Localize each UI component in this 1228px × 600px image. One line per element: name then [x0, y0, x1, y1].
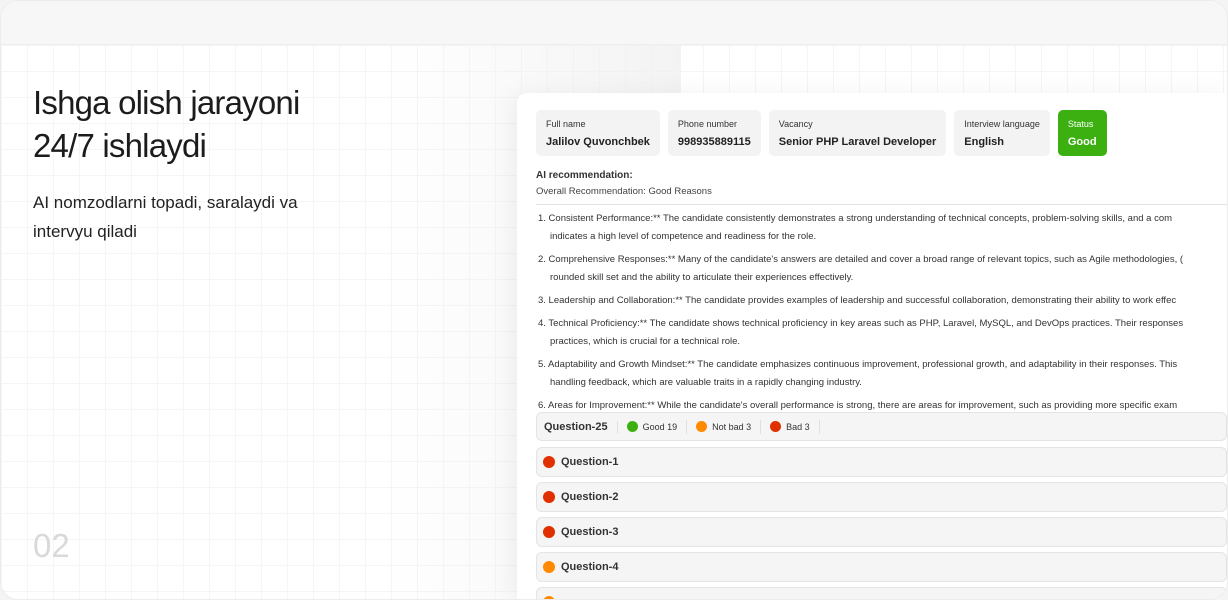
- field-value: 998935889115: [677, 136, 751, 148]
- recommendation-text: 2. Comprehensive Responses:** Many of th…: [538, 254, 1184, 265]
- recommendation-text: 5. Adaptability and Growth Mindset:** Th…: [538, 359, 1178, 370]
- recommendation-list: 1. Consistent Performance:** The candida…: [538, 210, 1183, 438]
- top-band: [1, 1, 1227, 45]
- field-value: Jalilov Quvonchbek: [546, 136, 650, 148]
- field-value: English: [964, 136, 1005, 148]
- field-vacancy: Vacancy Senior PHP Laravel Developer: [768, 110, 947, 156]
- red-dot-icon: [543, 456, 555, 468]
- recommendation-text: indicates a high level of competence and…: [550, 231, 817, 242]
- hero-title-line: Ishga olish jarayoni: [33, 84, 300, 121]
- good-count-chip: Good 19: [618, 419, 688, 434]
- field-interview-language: Interview language English: [954, 110, 1050, 156]
- recommendation-summary: Overall Recommendation: Good Reasons: [536, 186, 712, 197]
- not-bad-count-chip: Not bad 3: [687, 419, 762, 434]
- recommendation-item: 4. Technical Proficiency:** The candidat…: [538, 315, 1183, 351]
- recommendation-item: 2. Comprehensive Responses:** Many of th…: [538, 251, 1183, 287]
- recommendation-item: 1. Consistent Performance:** The candida…: [538, 210, 1183, 246]
- question-row[interactable]: Question-3: [536, 517, 1227, 547]
- field-phone-number: Phone number 998935889115: [667, 110, 761, 156]
- question-label: Question-1: [561, 456, 619, 468]
- orange-dot-icon: [696, 421, 708, 432]
- field-value: Good: [1067, 136, 1097, 148]
- recommendation-text: practices, which is crucial for a techni…: [550, 336, 741, 347]
- red-dot-icon: [770, 421, 782, 432]
- recommendation-text: rounded skill set and the ability to art…: [550, 272, 854, 283]
- field-label: Phone number: [677, 119, 737, 129]
- field-label: Status: [1067, 119, 1094, 129]
- green-dot-icon: [626, 421, 638, 432]
- recommendation-heading: AI recommendation:: [536, 170, 633, 181]
- slide-card: Ishga olish jarayoni 24/7 ishlaydi AI no…: [0, 0, 1228, 600]
- question-row[interactable]: Question-4: [536, 552, 1227, 582]
- hero-subtitle: AI nomzodlarni topadi, saralaydi va inte…: [33, 188, 333, 246]
- question-label: Question-3: [561, 526, 619, 538]
- field-label: Interview language: [964, 119, 1040, 129]
- bad-count: Bad 3: [786, 421, 810, 432]
- recommendation-text: 3. Leadership and Collaboration:** The c…: [538, 295, 1177, 306]
- question-label: Question-2: [561, 491, 619, 503]
- question-row[interactable]: [536, 587, 1227, 599]
- orange-dot-icon: [543, 561, 555, 573]
- questions-summary-bar[interactable]: Question-25 Good 19 Not bad 3 Bad 3: [536, 412, 1227, 441]
- hero-subtitle-line: intervyu qiladi: [33, 222, 137, 241]
- interview-report-panel: Full name Jalilov Quvonchbek Phone numbe…: [517, 93, 1227, 599]
- hero-title: Ishga olish jarayoni 24/7 ishlaydi: [33, 81, 300, 167]
- red-dot-icon: [543, 491, 555, 503]
- recommendation-text: 1. Consistent Performance:** The candida…: [538, 213, 1173, 224]
- red-dot-icon: [543, 526, 555, 538]
- question-row[interactable]: Question-1: [536, 447, 1227, 477]
- step-number: 02: [33, 527, 70, 564]
- question-row[interactable]: Question-2: [536, 482, 1227, 512]
- orange-dot-icon: [543, 596, 555, 599]
- bad-count-chip: Bad 3: [761, 419, 820, 434]
- recommendation-text: 4. Technical Proficiency:** The candidat…: [538, 318, 1184, 329]
- not-bad-count: Not bad 3: [712, 421, 752, 432]
- recommendation-text: handling feedback, which are valuable tr…: [550, 377, 862, 388]
- hero-title-line: 24/7 ishlaydi: [33, 127, 207, 164]
- status-badge: Status Good: [1057, 110, 1107, 156]
- field-label: Vacancy: [778, 119, 813, 129]
- question-label: Question-4: [561, 561, 619, 573]
- questions-count: Question-25: [537, 420, 618, 433]
- recommendation-item: 5. Adaptability and Growth Mindset:** Th…: [538, 356, 1183, 392]
- hero-subtitle-line: AI nomzodlarni topadi, saralaydi va: [33, 193, 298, 212]
- field-label: Full name: [546, 119, 586, 129]
- divider: [536, 204, 1227, 205]
- field-full-name: Full name Jalilov Quvonchbek: [536, 110, 660, 156]
- recommendation-item: 3. Leadership and Collaboration:** The c…: [538, 292, 1183, 310]
- field-value: Senior PHP Laravel Developer: [778, 136, 937, 148]
- good-count: Good 19: [642, 421, 678, 432]
- candidate-fields: Full name Jalilov Quvonchbek Phone numbe…: [536, 110, 1107, 156]
